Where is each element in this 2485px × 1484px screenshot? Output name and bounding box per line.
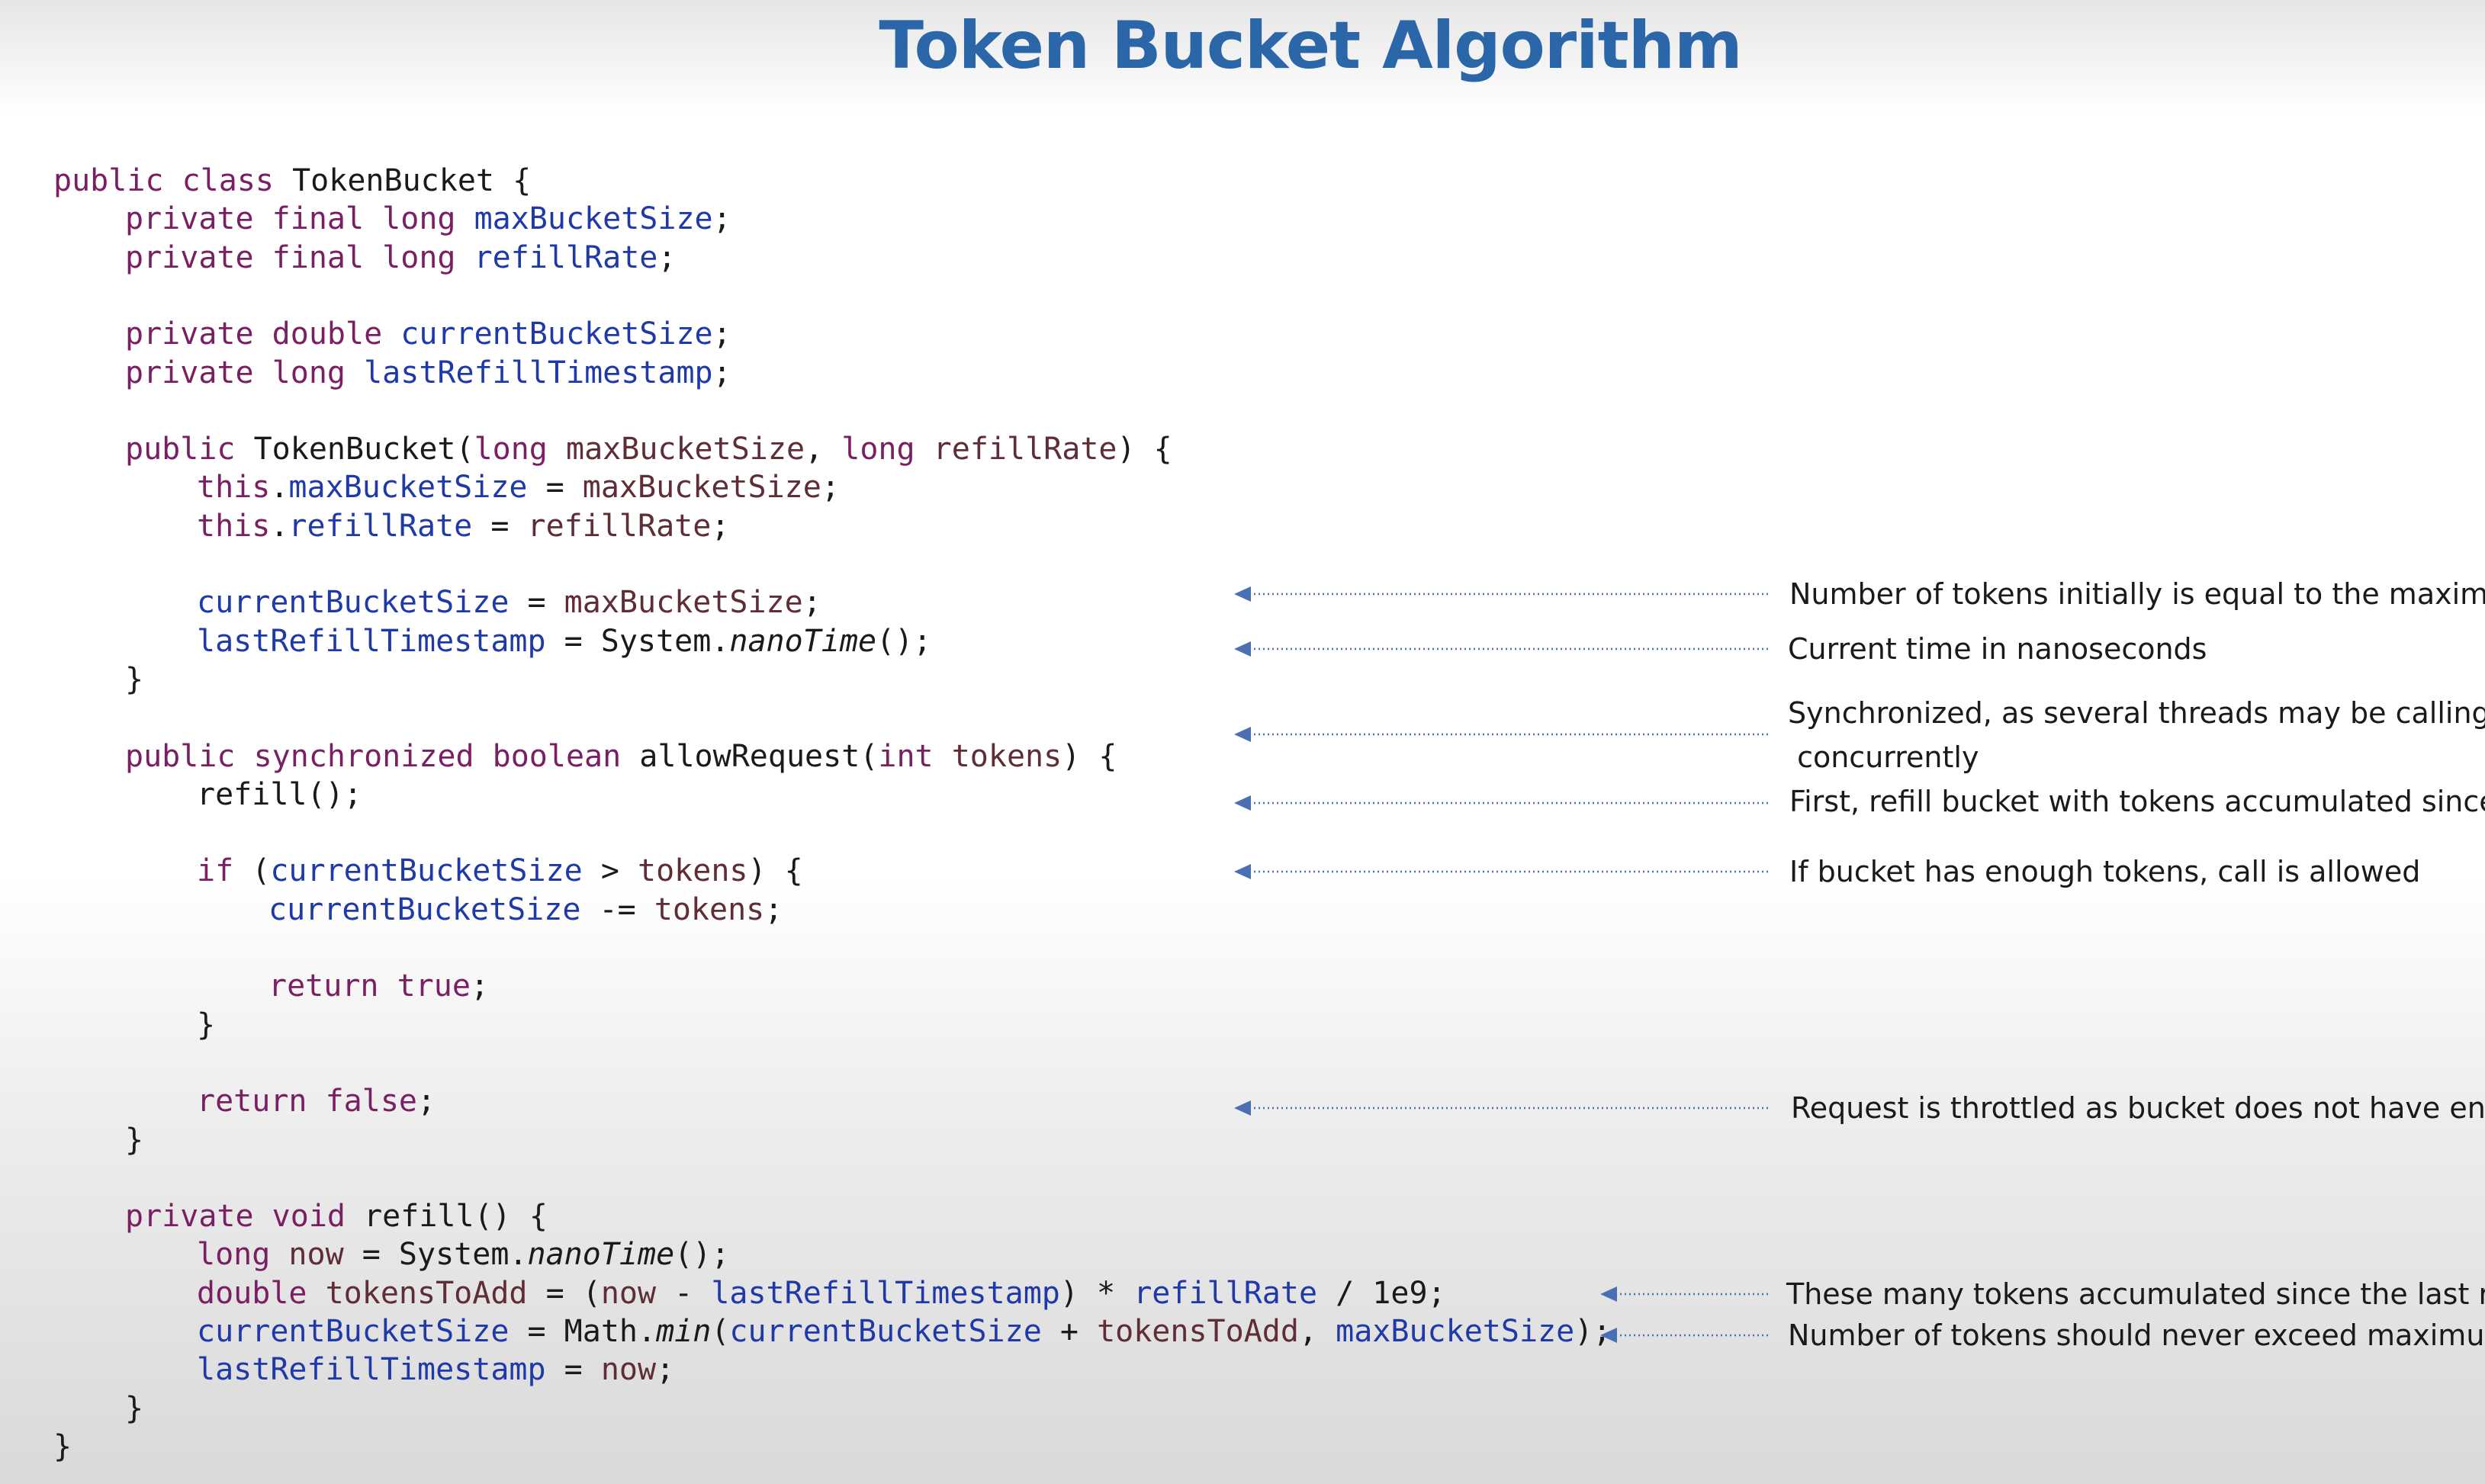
arrow-head-icon bbox=[1234, 864, 1251, 879]
arrow-head-icon bbox=[1234, 641, 1251, 657]
annotation-text: Synchronized, as several threads may be … bbox=[1788, 696, 2485, 774]
arrow-head-icon bbox=[1234, 586, 1251, 602]
arrow-head-icon bbox=[1234, 727, 1251, 742]
annotation-text: First, refill bucket with tokens accumul… bbox=[1789, 785, 2485, 818]
annotation-text: Number of tokens initially is equal to t… bbox=[1789, 577, 2485, 611]
annotation-text: If bucket has enough tokens, call is all… bbox=[1789, 855, 2421, 888]
slide: Token Bucket Algorithm public class Toke… bbox=[0, 0, 2485, 1484]
arrow-head-icon bbox=[1234, 795, 1251, 811]
annotation-text: Current time in nanoseconds bbox=[1788, 632, 2207, 666]
annotation-text: Request is throttled as bucket does not … bbox=[1791, 1091, 2485, 1125]
arrow-head-icon bbox=[1600, 1286, 1617, 1302]
arrow-head-icon bbox=[1234, 1100, 1251, 1116]
annotation-text: These many tokens accumulated since the … bbox=[1786, 1277, 2485, 1311]
annotation-text: Number of tokens should never exceed max… bbox=[1788, 1319, 2485, 1352]
arrow-head-icon bbox=[1600, 1328, 1617, 1343]
